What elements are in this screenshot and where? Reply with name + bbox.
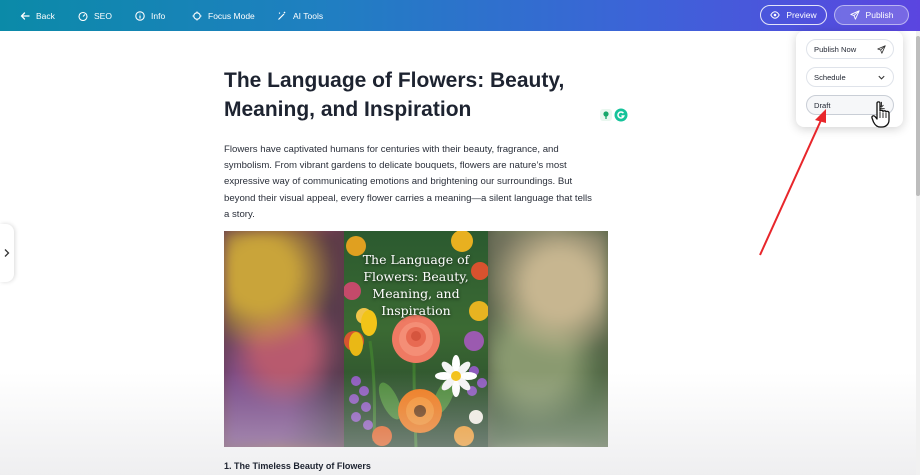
draft-label: Draft	[814, 100, 831, 110]
info-button[interactable]: Info	[135, 0, 165, 31]
hero-caption-line: Inspiration	[381, 303, 451, 318]
title-line: Meaning, and Inspiration	[224, 98, 472, 121]
send-icon	[849, 10, 860, 20]
preview-button[interactable]: Preview	[760, 5, 827, 25]
hero-caption-line: Meaning, and	[372, 286, 460, 301]
annotation-arrow	[759, 109, 826, 256]
hero-blur-left	[224, 231, 344, 447]
draft-option[interactable]: Draft	[806, 95, 894, 115]
chevron-right-icon	[4, 249, 10, 257]
publish-now-option[interactable]: Publish Now	[806, 39, 894, 59]
focus-mode-label: Focus Mode	[208, 10, 255, 21]
eye-icon	[770, 11, 781, 19]
publish-button[interactable]: Publish	[834, 5, 909, 25]
magic-wand-icon	[278, 11, 286, 20]
hero-caption-line: The Language of	[362, 252, 470, 267]
schedule-label: Schedule	[814, 72, 846, 82]
focus-icon	[192, 11, 202, 20]
grammarly-widget[interactable]	[600, 107, 628, 123]
intro-line: beyond their visual appeal, every flower…	[224, 192, 592, 204]
scrollbar-thumb[interactable]	[916, 36, 920, 196]
back-label: Back	[36, 10, 55, 21]
intro-line: symbolism. From vibrant gardens to delic…	[224, 160, 567, 172]
schedule-option[interactable]: Schedule	[806, 67, 894, 87]
back-button[interactable]: Back	[20, 0, 55, 31]
hero-image[interactable]: The Language of Flowers: Beauty, Meaning…	[224, 231, 608, 447]
intro-line: Flowers have captivated humans for centu…	[224, 144, 559, 155]
location-pin-icon	[600, 109, 612, 121]
seo-button[interactable]: SEO	[78, 0, 112, 31]
info-label: Info	[151, 10, 166, 21]
intro-line: expressive way of communicating emotions…	[224, 176, 573, 188]
download-icon	[878, 101, 885, 109]
title-line: The Language of Flowers: Beauty,	[224, 69, 565, 92]
publish-label: Publish	[865, 10, 894, 20]
top-toolbar: Back SEO Info Focus Mode AI Tools Previe…	[0, 0, 920, 31]
focus-mode-button[interactable]: Focus Mode	[192, 0, 255, 31]
article-title[interactable]: The Language of Flowers: Beauty, Meaning…	[224, 66, 604, 124]
seo-label: SEO	[94, 10, 112, 21]
publish-now-label: Publish Now	[814, 44, 857, 54]
hero-blur-right	[488, 231, 608, 447]
sidebar-toggle[interactable]	[0, 224, 14, 282]
ai-tools-button[interactable]: AI Tools	[277, 0, 323, 31]
info-icon	[135, 10, 145, 21]
hero-caption-line: Flowers: Beauty,	[363, 269, 469, 284]
arrow-left-icon	[20, 11, 30, 20]
send-icon	[877, 44, 886, 54]
ai-tools-label: AI Tools	[293, 10, 324, 21]
preview-label: Preview	[786, 10, 817, 20]
gauge-icon	[78, 11, 88, 21]
grammarly-icon	[614, 108, 628, 122]
article-intro[interactable]: Flowers have captivated humans for centu…	[224, 142, 608, 223]
chevron-down-icon	[878, 75, 885, 80]
hero-caption: The Language of Flowers: Beauty, Meaning…	[344, 251, 488, 319]
publish-dropdown: Publish Now Schedule Draft	[796, 31, 903, 127]
intro-line: a story.	[224, 208, 255, 220]
section-heading[interactable]: 1. The Timeless Beauty of Flowers	[224, 461, 371, 471]
